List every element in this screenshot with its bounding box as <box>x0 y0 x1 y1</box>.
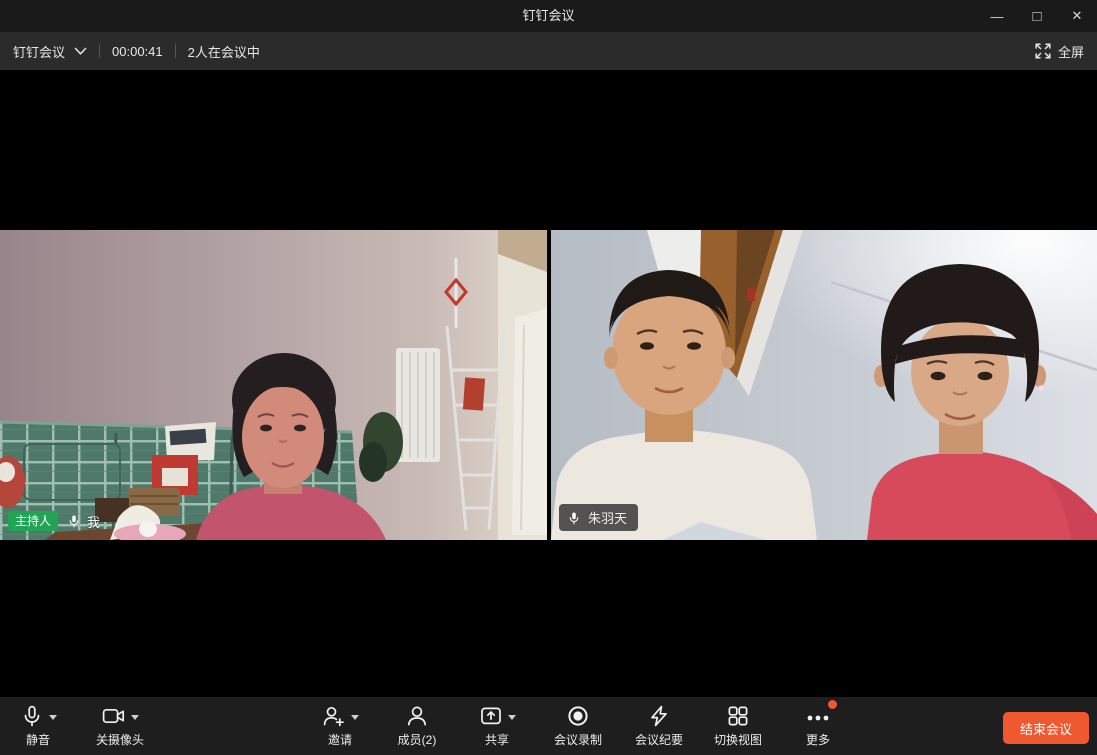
caret-down-icon[interactable] <box>351 715 359 720</box>
divider <box>99 44 100 58</box>
record-icon <box>566 704 590 728</box>
maximize-icon[interactable]: □ <box>1017 0 1057 32</box>
mute-button[interactable]: 静音 <box>3 700 73 753</box>
meeting-timer: 00:00:41 <box>112 44 163 59</box>
minutes-label: 会议纪要 <box>635 733 683 748</box>
camera-off-button[interactable]: 关摄像头 <box>85 700 155 753</box>
self-video-feed <box>0 230 547 540</box>
record-button[interactable]: 会议录制 <box>543 700 613 753</box>
self-video-overlay: 主持人 我 <box>8 511 100 531</box>
microphone-icon <box>567 509 581 527</box>
window-titlebar: 钉钉会议 — □ ✕ <box>0 0 1097 32</box>
microphone-icon <box>20 704 44 728</box>
participant-name: 朱羽天 <box>588 508 627 527</box>
end-meeting-button[interactable]: 结束会议 <box>1003 712 1089 744</box>
divider <box>175 44 176 58</box>
meeting-info-bar: 钉钉会议 00:00:41 2人在会议中 全屏 <box>0 32 1097 70</box>
share-label: 共享 <box>485 733 509 748</box>
camera-off-label: 关摄像头 <box>96 733 144 748</box>
microphone-icon <box>67 512 81 530</box>
video-tile-remote[interactable]: 朱羽天 <box>551 230 1097 540</box>
window-controls: — □ ✕ <box>977 0 1097 32</box>
remote-video-overlay: 朱羽天 <box>559 504 638 531</box>
layout-grid-icon <box>726 704 750 728</box>
mute-label: 静音 <box>26 733 50 748</box>
members-button[interactable]: 成员(2) <box>382 700 452 753</box>
more-dots-icon <box>805 704 831 728</box>
caret-down-icon[interactable] <box>49 715 57 720</box>
chevron-down-icon <box>74 47 87 56</box>
camera-icon <box>101 704 126 728</box>
caret-down-icon[interactable] <box>508 715 516 720</box>
meeting-notes-icon <box>647 704 671 728</box>
invite-button[interactable]: 邀请 <box>305 700 375 753</box>
window-title: 钉钉会议 <box>0 0 1097 32</box>
minimize-icon[interactable]: — <box>977 0 1017 32</box>
notification-dot <box>828 700 837 709</box>
meeting-title: 钉钉会议 <box>13 42 65 61</box>
more-button[interactable]: 更多 <box>783 700 853 753</box>
switch-view-button[interactable]: 切换视图 <box>703 700 773 753</box>
invite-label: 邀请 <box>328 733 352 748</box>
more-label: 更多 <box>806 733 830 748</box>
switch-view-label: 切换视图 <box>714 733 762 748</box>
meeting-title-dropdown[interactable]: 钉钉会议 <box>13 42 87 61</box>
share-button[interactable]: 共享 <box>462 700 532 753</box>
video-stage: 主持人 我 <box>0 70 1097 697</box>
meeting-toolbar: 静音 关摄像头 邀请 <box>0 697 1097 755</box>
fullscreen-label: 全屏 <box>1058 42 1084 61</box>
expand-icon <box>1035 43 1051 59</box>
minutes-button[interactable]: 会议纪要 <box>624 700 694 753</box>
video-tile-self[interactable]: 主持人 我 <box>0 230 547 540</box>
participants-status: 2人在会议中 <box>188 42 260 61</box>
fullscreen-button[interactable]: 全屏 <box>1035 42 1084 61</box>
host-role-badge: 主持人 <box>8 511 58 531</box>
remote-video-feed <box>551 230 1097 540</box>
invite-person-icon <box>322 704 346 728</box>
caret-down-icon[interactable] <box>131 715 139 720</box>
share-screen-icon <box>479 704 503 728</box>
participant-name: 我 <box>87 512 100 531</box>
members-label: 成员(2) <box>398 733 437 748</box>
members-icon <box>405 704 429 728</box>
close-icon[interactable]: ✕ <box>1057 0 1097 32</box>
record-label: 会议录制 <box>554 733 602 748</box>
